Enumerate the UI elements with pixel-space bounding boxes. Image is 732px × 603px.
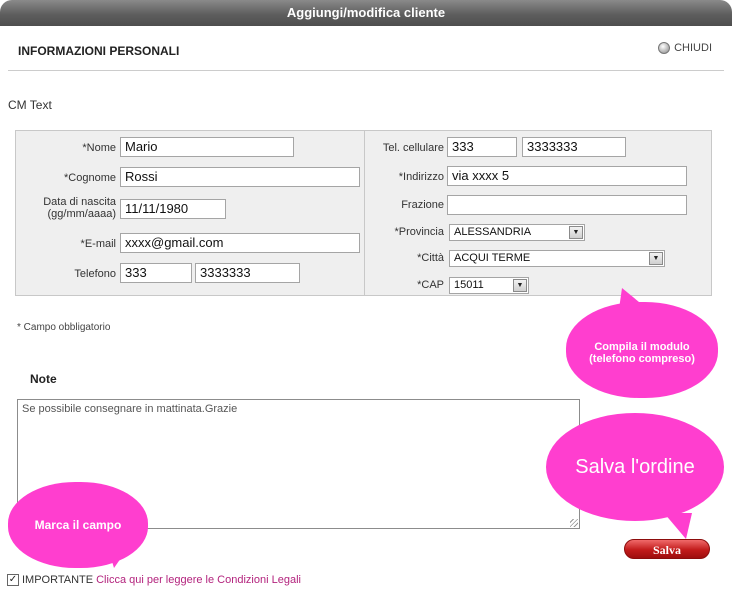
hint-bubble-compila: Compila il modulo (telefono compreso) — [566, 302, 718, 398]
telefono-prefix-input[interactable]: 333 — [120, 263, 192, 283]
email-input[interactable]: xxxx@gmail.com — [120, 233, 360, 253]
save-button[interactable]: Salva — [624, 539, 710, 559]
cognome-label: *Cognome — [64, 172, 116, 184]
section-title: INFORMAZIONI PERSONALI — [18, 44, 180, 58]
agreement-row: ✓ IMPORTANTE Clicca qui per leggere le C… — [7, 574, 301, 586]
resize-grip-icon[interactable] — [570, 519, 578, 527]
cellulare-number-input[interactable]: 3333333 — [522, 137, 626, 157]
chevron-down-icon[interactable]: ▼ — [513, 279, 527, 292]
important-label: IMPORTANTE — [22, 574, 94, 586]
cm-text: CM Text — [8, 98, 52, 112]
provincia-select[interactable]: ALESSANDRIA ▼ — [449, 224, 585, 241]
close-label: CHIUDI — [674, 42, 712, 54]
header-divider — [8, 70, 724, 71]
notes-text: Se possibile consegnare in mattinata.Gra… — [22, 403, 238, 415]
indirizzo-label: *Indirizzo — [398, 171, 444, 183]
window-title: Aggiungi/modifica cliente — [0, 0, 732, 26]
email-label: *E-mail — [80, 238, 116, 250]
data-nascita-label-line2: (gg/mm/aaaa) — [47, 208, 116, 220]
cap-select[interactable]: 15011 ▼ — [449, 277, 529, 294]
bubble-tail — [108, 548, 128, 568]
nome-label: *Nome — [82, 142, 116, 154]
bubble-tail — [664, 513, 692, 539]
telefono-number-input[interactable]: 3333333 — [195, 263, 300, 283]
frazione-input[interactable] — [447, 195, 687, 215]
cognome-input[interactable]: Rossi — [120, 167, 360, 187]
hint-bubble-salva: Salva l'ordine — [546, 413, 724, 521]
cellulare-prefix-input[interactable]: 333 — [447, 137, 517, 157]
citta-value: ACQUI TERME — [454, 252, 531, 264]
cap-label: *CAP — [417, 279, 444, 291]
citta-select[interactable]: ACQUI TERME ▼ — [449, 250, 665, 267]
indirizzo-input[interactable]: via xxxx 5 — [447, 166, 687, 186]
hint-compila-line2: (telefono compreso) — [589, 353, 695, 365]
notes-title: Note — [30, 372, 57, 386]
hint-compila-line1: Compila il modulo — [594, 341, 690, 353]
frazione-label: Frazione — [401, 199, 444, 211]
important-checkbox[interactable]: ✓ — [7, 574, 19, 586]
chevron-down-icon[interactable]: ▼ — [649, 252, 663, 265]
data-nascita-input[interactable]: 11/11/1980 — [120, 199, 226, 219]
close-button[interactable]: CHIUDI — [658, 42, 712, 54]
nome-input[interactable]: Mario — [120, 137, 294, 157]
close-icon — [658, 42, 671, 54]
data-nascita-label-line1: Data di nascita — [43, 196, 116, 208]
provincia-label: *Provincia — [394, 226, 444, 238]
legal-conditions-link[interactable]: Clicca qui per leggere le Condizioni Leg… — [96, 574, 301, 586]
telefono-label: Telefono — [74, 268, 116, 280]
chevron-down-icon[interactable]: ▼ — [569, 226, 583, 239]
panel-divider — [364, 130, 365, 296]
data-nascita-label: Data di nascita (gg/mm/aaaa) — [20, 196, 116, 220]
required-note: * Campo obbligatorio — [17, 322, 111, 333]
citta-label: *Città — [417, 252, 444, 264]
provincia-value: ALESSANDRIA — [454, 226, 532, 238]
cap-value: 15011 — [454, 279, 484, 291]
cellulare-label: Tel. cellulare — [382, 142, 444, 154]
